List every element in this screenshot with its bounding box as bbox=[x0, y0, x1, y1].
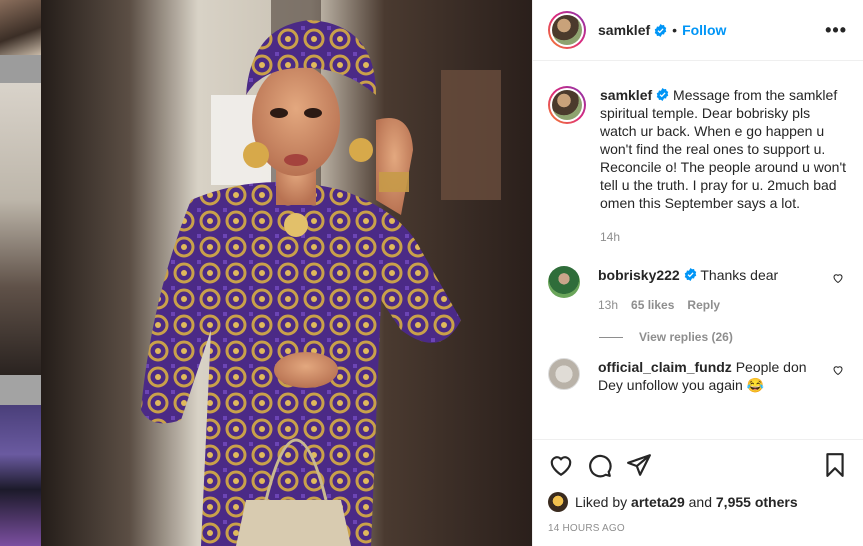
liked-by-username[interactable]: arteta29 bbox=[631, 494, 685, 510]
liker-avatar[interactable] bbox=[548, 492, 568, 512]
reply-button[interactable]: Reply bbox=[687, 296, 720, 314]
previous-post-thumbnail bbox=[0, 83, 41, 375]
commenter-avatar[interactable] bbox=[548, 358, 580, 390]
follow-button[interactable]: Follow bbox=[682, 22, 726, 38]
caption-text: Message from the samklef spiritual templ… bbox=[600, 87, 847, 211]
comment-item: bobrisky222 Thanks dear 13h 65 likes Rep… bbox=[533, 266, 863, 314]
commenter-username[interactable]: official_claim_fundz bbox=[598, 359, 732, 375]
post-header: samklef • Follow ••• bbox=[533, 0, 863, 61]
caption-timestamp[interactable]: 14h bbox=[600, 228, 848, 246]
more-options-icon[interactable]: ••• bbox=[825, 20, 847, 41]
commenter-avatar[interactable] bbox=[548, 266, 580, 298]
comment-timestamp[interactable]: 13h bbox=[598, 296, 618, 314]
action-bar bbox=[548, 450, 848, 480]
comment-body: bobrisky222 Thanks dear 13h 65 likes Rep… bbox=[598, 266, 824, 314]
post-caption: samklef Message from the samklef spiritu… bbox=[533, 62, 863, 246]
previous-post-thumbnail bbox=[0, 0, 41, 55]
post-timestamp[interactable]: 14 HOURS AGO bbox=[548, 523, 848, 534]
strip-divider bbox=[0, 55, 41, 83]
post-actions: Liked by arteta29 and 7,955 others 14 HO… bbox=[533, 439, 863, 534]
post-photo[interactable] bbox=[41, 0, 532, 546]
comment-body: official_claim_fundz People don Dey unfo… bbox=[598, 358, 824, 394]
view-replies-label: View replies (26) bbox=[639, 330, 733, 344]
comment-item: official_claim_fundz People don Dey unfo… bbox=[533, 358, 863, 394]
comment-heart-icon[interactable] bbox=[832, 364, 844, 376]
liked-by-and: and bbox=[688, 494, 712, 510]
comment-meta: 13h 65 likes Reply bbox=[598, 296, 824, 314]
author-username[interactable]: samklef bbox=[598, 22, 650, 38]
verified-badge-icon bbox=[684, 268, 696, 281]
comment-likes-count[interactable]: 65 likes bbox=[631, 296, 674, 314]
post-detail-panel: samklef • Follow ••• samklef Message fro… bbox=[532, 0, 863, 546]
comment-text: Thanks dear bbox=[700, 267, 779, 283]
author-avatar[interactable] bbox=[548, 11, 586, 49]
comments-section[interactable]: samklef Message from the samklef spiritu… bbox=[533, 62, 863, 439]
caption-body: samklef Message from the samklef spiritu… bbox=[600, 86, 848, 246]
replies-line bbox=[599, 336, 623, 338]
caption-username[interactable]: samklef bbox=[600, 87, 652, 103]
commenter-username[interactable]: bobrisky222 bbox=[598, 267, 680, 283]
heart-icon[interactable] bbox=[548, 452, 574, 478]
share-icon[interactable] bbox=[626, 452, 652, 478]
previous-post-strip[interactable] bbox=[0, 0, 41, 546]
comment-icon[interactable] bbox=[587, 452, 613, 478]
strip-divider bbox=[0, 375, 41, 405]
bookmark-icon[interactable] bbox=[822, 452, 848, 478]
caption-avatar[interactable] bbox=[548, 86, 586, 124]
liked-by-others[interactable]: 7,955 others bbox=[716, 494, 798, 510]
avatar-image bbox=[552, 15, 582, 45]
avatar-image bbox=[552, 90, 582, 120]
verified-badge-icon bbox=[656, 88, 669, 101]
post-photo-illustration bbox=[41, 0, 532, 546]
view-replies-button[interactable]: View replies (26) bbox=[599, 330, 863, 344]
liked-by-row: Liked by arteta29 and 7,955 others bbox=[548, 492, 848, 512]
comment-heart-icon[interactable] bbox=[832, 272, 844, 284]
verified-badge-icon bbox=[654, 23, 667, 37]
previous-post-thumbnail bbox=[0, 405, 41, 546]
liked-by-prefix: Liked by bbox=[575, 494, 628, 510]
separator-dot: • bbox=[672, 22, 678, 38]
